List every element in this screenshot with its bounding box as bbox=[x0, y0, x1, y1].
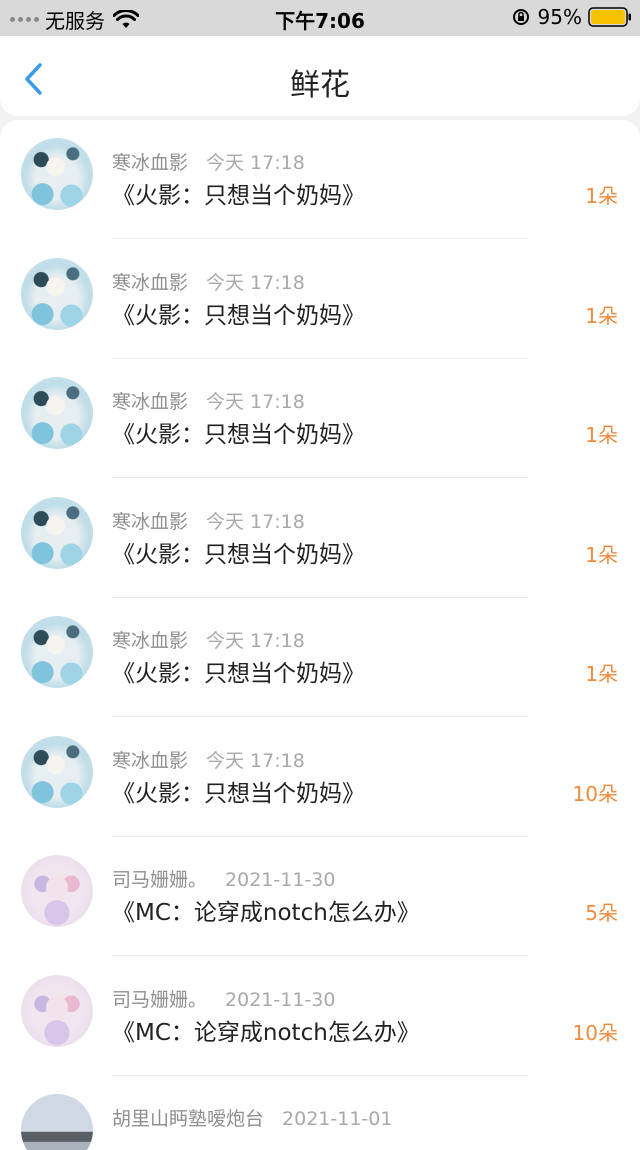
flower-row[interactable]: 寒冰血影 今天 17:18 《火影：只想当个奶妈》 1朵 bbox=[0, 359, 640, 478]
avatar[interactable] bbox=[21, 855, 93, 927]
timestamp: 今天 17:18 bbox=[206, 271, 305, 294]
nav-bar: 鲜花 bbox=[0, 36, 640, 116]
sender-line: 司马姗姗。 2021-11-30 bbox=[112, 865, 335, 892]
avatar[interactable] bbox=[21, 496, 93, 569]
flower-count: 5朵 bbox=[585, 901, 618, 925]
status-right: 95% bbox=[512, 5, 632, 29]
avatar[interactable] bbox=[21, 735, 93, 808]
timestamp: 2021-11-30 bbox=[225, 869, 336, 891]
book-title: 《火影：只想当个奶妈》 bbox=[112, 661, 365, 687]
sender-name: 胡里山眄塾嗳炮台 bbox=[112, 1108, 265, 1130]
timestamp: 今天 17:18 bbox=[206, 630, 305, 652]
sender-line: 寒冰血影 今天 17:18 bbox=[112, 268, 305, 295]
sender-name: 寒冰血影 bbox=[112, 391, 189, 413]
flower-count: 1朵 bbox=[585, 542, 618, 567]
flower-row[interactable]: 司马姗姗。 2021-11-30 《MC：论穿成notch怎么办》 5朵 bbox=[0, 837, 640, 956]
sender-line: 寒冰血影 今天 17:18 bbox=[112, 387, 305, 414]
timestamp: 今天 17:18 bbox=[206, 510, 305, 533]
flower-count: 1朵 bbox=[585, 184, 618, 208]
page-title: 鲜花 bbox=[290, 68, 350, 103]
avatar[interactable] bbox=[21, 1094, 93, 1150]
book-title: 《火影：只想当个奶妈》 bbox=[112, 780, 365, 807]
flower-count: 1朵 bbox=[585, 662, 618, 686]
timestamp: 今天 17:18 bbox=[206, 749, 305, 772]
sender-name: 寒冰血影 bbox=[112, 630, 189, 652]
sender-line: 寒冰血影 今天 17:18 bbox=[112, 626, 305, 653]
flower-row[interactable]: 寒冰血影 今天 17:18 《火影：只想当个奶妈》 1朵 bbox=[0, 240, 640, 359]
flower-row[interactable]: 司马姗姗。 2021-11-30 《MC：论穿成notch怎么办》 10朵 bbox=[0, 957, 640, 1076]
avatar[interactable] bbox=[21, 616, 93, 688]
book-title: 《火影：只想当个奶妈》 bbox=[112, 183, 365, 209]
timestamp: 2021-11-30 bbox=[225, 988, 336, 1011]
book-title: 《火影：只想当个奶妈》 bbox=[112, 422, 365, 448]
avatar[interactable] bbox=[21, 257, 93, 330]
battery-icon bbox=[588, 7, 631, 27]
sender-name: 寒冰血影 bbox=[112, 271, 189, 294]
flower-row[interactable]: 寒冰血影 今天 17:18 《火影：只想当个奶妈》 1朵 bbox=[0, 479, 640, 598]
timestamp: 今天 17:18 bbox=[206, 391, 305, 413]
book-title: 《MC：论穿成notch怎么办》 bbox=[112, 1019, 420, 1046]
sender-line: 司马姗姗。 2021-11-30 bbox=[112, 985, 335, 1012]
avatar[interactable] bbox=[21, 138, 93, 210]
sender-name: 司马姗姗。 bbox=[112, 869, 208, 891]
flower-list: 寒冰血影 今天 17:18 《火影：只想当个奶妈》 1朵 寒冰血影 今天 17:18 《火影… bbox=[0, 120, 640, 1150]
flower-count: 10朵 bbox=[572, 1020, 618, 1045]
rotation-lock-icon bbox=[512, 9, 529, 25]
sender-name: 寒冰血影 bbox=[112, 152, 189, 174]
flower-row[interactable]: 寒冰血影 今天 17:18 《火影：只想当个奶妈》 1朵 bbox=[0, 598, 640, 717]
book-title: 《火影：只想当个奶妈》 bbox=[112, 302, 365, 329]
avatar[interactable] bbox=[21, 974, 93, 1047]
book-title: 《MC：论穿成notch怎么办》 bbox=[112, 900, 420, 926]
sender-line: 寒冰血影 今天 17:18 bbox=[112, 507, 305, 534]
sender-name: 寒冰血影 bbox=[112, 510, 189, 533]
flower-row[interactable]: 寒冰血影 今天 17:18 《火影：只想当个奶妈》 1朵 bbox=[0, 120, 640, 239]
battery-percent: 95% bbox=[537, 5, 582, 29]
flower-row[interactable]: 寒冰血影 今天 17:18 《火影：只想当个奶妈》 10朵 bbox=[0, 718, 640, 837]
sender-line: 胡里山眄塾嗳炮台 2021-11-01 bbox=[112, 1104, 392, 1131]
sender-name: 寒冰血影 bbox=[112, 749, 189, 772]
sender-name: 司马姗姗。 bbox=[112, 988, 208, 1011]
timestamp: 2021-11-01 bbox=[282, 1108, 393, 1130]
book-title: 《火影：只想当个奶妈》 bbox=[112, 541, 365, 568]
flower-count: 10朵 bbox=[572, 781, 618, 806]
sender-line: 寒冰血影 今天 17:18 bbox=[112, 746, 305, 773]
flower-count: 1朵 bbox=[585, 423, 618, 447]
timestamp: 今天 17:18 bbox=[206, 152, 305, 174]
sender-line: 寒冰血影 今天 17:18 bbox=[112, 148, 305, 175]
avatar[interactable] bbox=[21, 377, 93, 449]
flower-count: 1朵 bbox=[585, 303, 618, 328]
status-bar: 无服务 下午7:06 95% bbox=[0, 0, 640, 36]
